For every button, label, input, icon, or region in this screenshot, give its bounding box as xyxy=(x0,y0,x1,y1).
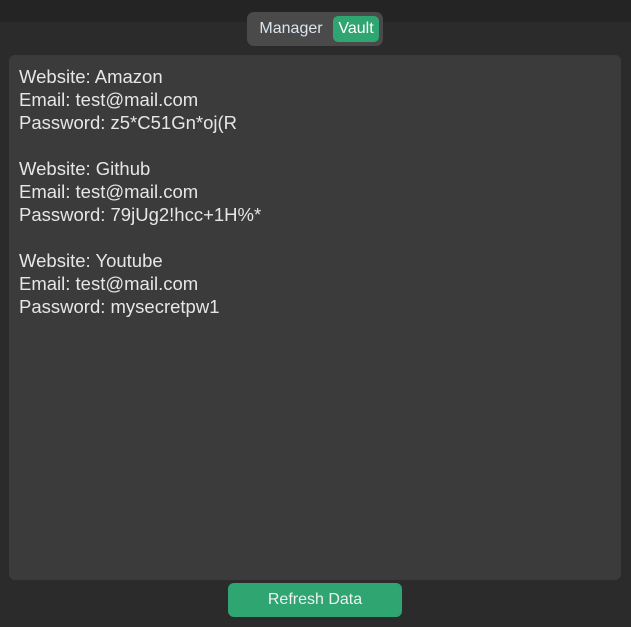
website-line: Website: Amazon xyxy=(19,65,611,88)
password-line: Password: mysecretpw1 xyxy=(19,295,611,318)
app-window: Manager Vault Website: Amazon Email: tes… xyxy=(0,0,631,627)
website-label: Website: xyxy=(19,66,95,87)
password-line: Password: z5*C51Gn*oj(R xyxy=(19,111,611,134)
password-label: Password: xyxy=(19,296,111,317)
password-line: Password: 79jUg2!hcc+1H%* xyxy=(19,203,611,226)
vault-textbox[interactable]: Website: Amazon Email: test@mail.com Pas… xyxy=(9,55,621,580)
website-line: Website: Youtube xyxy=(19,249,611,272)
tab-vault[interactable]: Vault xyxy=(333,16,379,42)
website-value: Github xyxy=(95,158,151,179)
email-line: Email: test@mail.com xyxy=(19,272,611,295)
password-value: mysecretpw1 xyxy=(110,296,220,317)
vault-entry: Website: Github Email: test@mail.com Pas… xyxy=(19,157,611,226)
email-label: Email: xyxy=(19,273,76,294)
website-line: Website: Github xyxy=(19,157,611,180)
email-value: test@mail.com xyxy=(75,89,199,110)
vault-entry: Website: Amazon Email: test@mail.com Pas… xyxy=(19,65,611,134)
email-label: Email: xyxy=(19,89,76,110)
website-label: Website: xyxy=(19,250,96,271)
password-label: Password: xyxy=(19,204,111,225)
email-line: Email: test@mail.com xyxy=(19,88,611,111)
website-value: Amazon xyxy=(94,66,163,87)
email-value: test@mail.com xyxy=(75,181,199,202)
vault-entry: Website: Youtube Email: test@mail.com Pa… xyxy=(19,249,611,318)
password-value: 79jUg2!hcc+1H%* xyxy=(110,204,262,225)
password-label: Password: xyxy=(19,112,111,133)
tab-manager[interactable]: Manager xyxy=(251,16,331,42)
refresh-data-button[interactable]: Refresh Data xyxy=(228,583,402,617)
email-label: Email: xyxy=(19,181,76,202)
email-value: test@mail.com xyxy=(75,273,199,294)
email-line: Email: test@mail.com xyxy=(19,180,611,203)
website-label: Website: xyxy=(19,158,96,179)
website-value: Youtube xyxy=(95,250,163,271)
password-value: z5*C51Gn*oj(R xyxy=(110,112,237,133)
tab-selector: Manager Vault xyxy=(247,12,383,46)
